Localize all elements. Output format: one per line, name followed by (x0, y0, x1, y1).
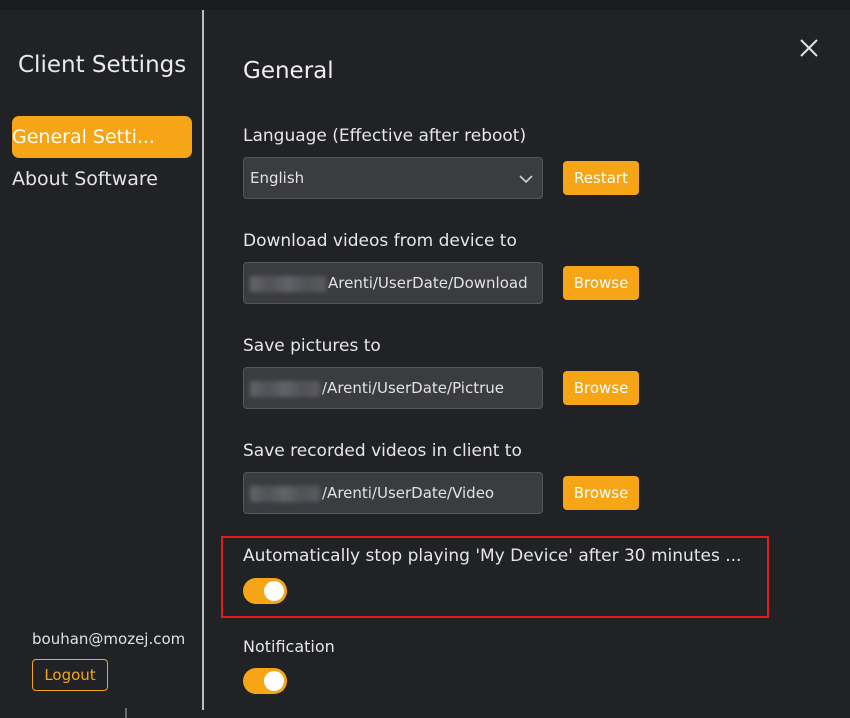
download-videos-browse-button[interactable]: Browse (563, 266, 639, 300)
restart-button[interactable]: Restart (563, 161, 639, 195)
section-title: General (243, 58, 334, 84)
redacted-path-prefix (250, 380, 320, 397)
language-value: English (250, 169, 305, 187)
download-videos-label: Download videos from device to (243, 231, 517, 251)
language-label: Language (Effective after reboot) (243, 126, 527, 146)
sidebar-item-general-settings[interactable]: General Setti... (12, 116, 192, 158)
sidebar-title: Client Settings (18, 52, 187, 78)
save-pictures-path-field[interactable]: /Arenti/UserDate/Pictrue (243, 367, 543, 409)
download-videos-path: Arenti/UserDate/Download (328, 274, 528, 292)
window-edge (125, 708, 127, 718)
save-recorded-path-field[interactable]: /Arenti/UserDate/Video (243, 472, 543, 514)
sidebar-divider (202, 10, 204, 710)
auto-stop-toggle[interactable] (243, 578, 287, 604)
toggle-knob (264, 581, 284, 601)
save-pictures-path: /Arenti/UserDate/Pictrue (322, 379, 504, 397)
top-shade (0, 0, 850, 10)
auto-stop-label: Automatically stop playing 'My Device' a… (243, 546, 742, 566)
notification-label: Notification (243, 637, 335, 656)
toggle-knob (264, 671, 284, 691)
save-pictures-label: Save pictures to (243, 336, 381, 356)
save-recorded-path: /Arenti/UserDate/Video (322, 484, 495, 502)
user-email: bouhan@mozej.com (32, 630, 186, 648)
sidebar-item-about-software[interactable]: About Software (12, 158, 192, 200)
language-select[interactable]: English (243, 157, 543, 199)
save-recorded-browse-button[interactable]: Browse (563, 476, 639, 510)
redacted-path-prefix (250, 275, 326, 292)
redacted-path-prefix (250, 485, 320, 502)
save-recorded-label: Save recorded videos in client to (243, 441, 522, 461)
logout-button[interactable]: Logout (32, 659, 108, 691)
chevron-down-icon (519, 175, 533, 184)
close-icon[interactable] (796, 35, 822, 61)
save-pictures-browse-button[interactable]: Browse (563, 371, 639, 405)
notification-toggle[interactable] (243, 668, 287, 694)
download-videos-path-field[interactable]: Arenti/UserDate/Download (243, 262, 543, 304)
